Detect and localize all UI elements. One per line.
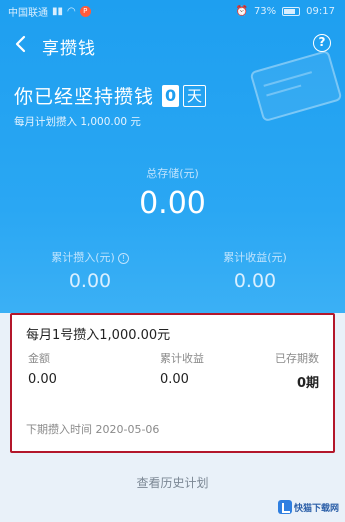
periods-value: 0期 [296, 376, 319, 391]
page-title: 享攒钱 [42, 39, 96, 59]
battery-percent: 73% [253, 5, 277, 17]
watermark-text: 快猫下载网 [293, 503, 339, 514]
plan-card[interactable]: 每月1号攒入1,000.00元 金额 累计收益 已存期数 0.00 0.00 0… [10, 313, 335, 453]
plan-title: 每月1号攒入1,000.00元 [26, 328, 171, 343]
alarm-icon: ⏰ [235, 5, 248, 17]
cumulative-earnings-label: 累计收益(元) [223, 251, 287, 264]
back-arrow-icon[interactable] [12, 34, 30, 54]
help-icon[interactable]: ? [313, 34, 331, 52]
persistence-headline: 你已经坚持攒钱 0 天 [14, 82, 207, 109]
watermark-logo-icon [277, 500, 292, 514]
days-unit: 天 [183, 84, 207, 107]
cumulative-deposit-label[interactable]: 累计攒入(元)! [40, 249, 140, 265]
signal-icon: ▮▮ [52, 5, 64, 17]
info-icon[interactable]: ! [117, 252, 129, 264]
cumulative-earnings-value: 0.00 [233, 270, 277, 292]
status-right: ⏰ 73% 09:17 [235, 6, 335, 17]
status-bar: 中国联通 ▮▮ ◠ P ⏰ 73% 09:17 [0, 0, 345, 22]
earnings-value: 0.00 [160, 372, 189, 387]
total-storage-value: 0.00 [139, 186, 206, 221]
nav-bar: 享攒钱 ? [0, 24, 345, 64]
battery-icon [282, 6, 301, 16]
amount-value: 0.00 [28, 372, 57, 387]
earnings-label: 累计收益 [160, 352, 204, 365]
monthly-plan-text: 每月计划攒入 1,000.00 元 [14, 116, 141, 128]
next-deposit-date: 下期攒入时间 2020-05-06 [26, 423, 160, 436]
notification-badge-icon: P [79, 5, 91, 17]
carrier-label: 中国联通 [8, 7, 48, 19]
periods-label: 已存期数 [275, 352, 319, 365]
cumulative-deposit-value: 0.00 [68, 270, 112, 292]
screen: 中国联通 ▮▮ ◠ P ⏰ 73% 09:17 享攒钱 ? 你已经坚持攒钱 0 … [0, 0, 345, 522]
days-count: 0 [162, 84, 180, 107]
view-history-link[interactable]: 查看历史计划 [0, 474, 345, 491]
persist-text: 你已经坚持攒钱 [14, 86, 155, 108]
total-storage-label: 总存储(元) [146, 167, 199, 180]
watermark: 快猫下载网 [277, 500, 339, 514]
clock: 09:17 [306, 5, 335, 17]
wifi-icon: ◠ [67, 5, 76, 17]
cumulative-deposit-label-text: 累计攒入(元) [51, 251, 115, 264]
amount-label: 金额 [28, 352, 50, 365]
status-left: 中国联通 ▮▮ ◠ P [8, 4, 91, 19]
